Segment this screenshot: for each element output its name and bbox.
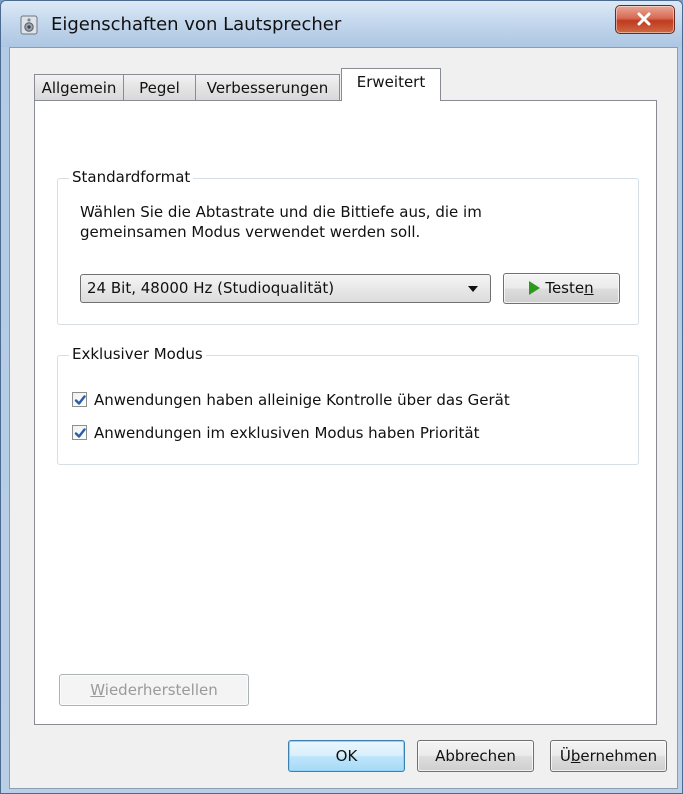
cancel-label: Abbrechen bbox=[435, 747, 516, 765]
tab-verbesserungen[interactable]: Verbesserungen bbox=[195, 74, 340, 100]
tab-erweitert[interactable]: Erweitert bbox=[341, 68, 441, 101]
exclusive-priority-label: Anwendungen im exklusiven Modus haben Pr… bbox=[94, 424, 480, 442]
standardformat-description: Wählen Sie die Abtastrate und die Bittie… bbox=[80, 202, 600, 242]
tab-pegel[interactable]: Pegel bbox=[123, 74, 196, 100]
tab-allgemein[interactable]: Allgemein bbox=[34, 74, 124, 100]
play-icon bbox=[529, 281, 541, 295]
dialog-client-area: Allgemein Pegel Verbesserungen Erweitert… bbox=[9, 47, 678, 789]
close-button[interactable] bbox=[615, 5, 675, 34]
exclusive-mode-group: Exklusiver Modus Anwendungen haben allei… bbox=[57, 345, 639, 465]
apply-button[interactable]: Übernehmen bbox=[550, 740, 667, 772]
description-line-1: Wählen Sie die Abtastrate und die Bittie… bbox=[80, 203, 482, 221]
restore-defaults-button[interactable]: Wiederherstellen bbox=[59, 674, 249, 706]
exclusive-control-label: Anwendungen haben alleinige Kontrolle üb… bbox=[94, 391, 510, 409]
description-line-2: gemeinsamen Modus verwendet werden soll. bbox=[80, 223, 421, 241]
restore-label: iederherstellen bbox=[104, 681, 218, 699]
standardformat-group: Standardformat Wählen Sie die Abtastrate… bbox=[57, 168, 639, 325]
test-label-accelerator: n bbox=[584, 279, 594, 297]
ok-button[interactable]: OK bbox=[288, 740, 405, 772]
sample-format-selected: 24 Bit, 48000 Hz (Studioqualität) bbox=[87, 279, 335, 297]
apply-label-post: ernehmen bbox=[580, 747, 658, 765]
test-button[interactable]: Testen bbox=[503, 273, 620, 304]
checkmark-icon bbox=[74, 395, 86, 405]
exclusive-control-checkbox[interactable] bbox=[72, 392, 87, 407]
ok-label: OK bbox=[335, 747, 358, 765]
sample-format-dropdown[interactable]: 24 Bit, 48000 Hz (Studioqualität) bbox=[80, 274, 491, 303]
dialog-window: Eigenschaften von Lautsprecher Allgemein… bbox=[0, 0, 683, 794]
apply-label-accelerator: b bbox=[570, 747, 581, 765]
test-label: Teste bbox=[545, 279, 585, 297]
checkmark-icon bbox=[74, 428, 86, 438]
close-icon bbox=[637, 12, 651, 26]
tab-panel-erweitert: Standardformat Wählen Sie die Abtastrate… bbox=[34, 100, 657, 725]
restore-accelerator: W bbox=[90, 681, 105, 699]
window-title: Eigenschaften von Lautsprecher bbox=[51, 14, 342, 35]
speaker-properties-icon bbox=[20, 15, 38, 35]
title-bar[interactable]: Eigenschaften von Lautsprecher bbox=[1, 1, 682, 47]
chevron-down-icon bbox=[468, 286, 478, 292]
cancel-button[interactable]: Abbrechen bbox=[417, 740, 534, 772]
exclusive-priority-checkbox[interactable] bbox=[72, 425, 87, 440]
apply-label-pre: Ü bbox=[559, 747, 571, 765]
standardformat-group-label: Standardformat bbox=[69, 168, 194, 186]
exclusive-mode-group-label: Exklusiver Modus bbox=[69, 345, 206, 363]
